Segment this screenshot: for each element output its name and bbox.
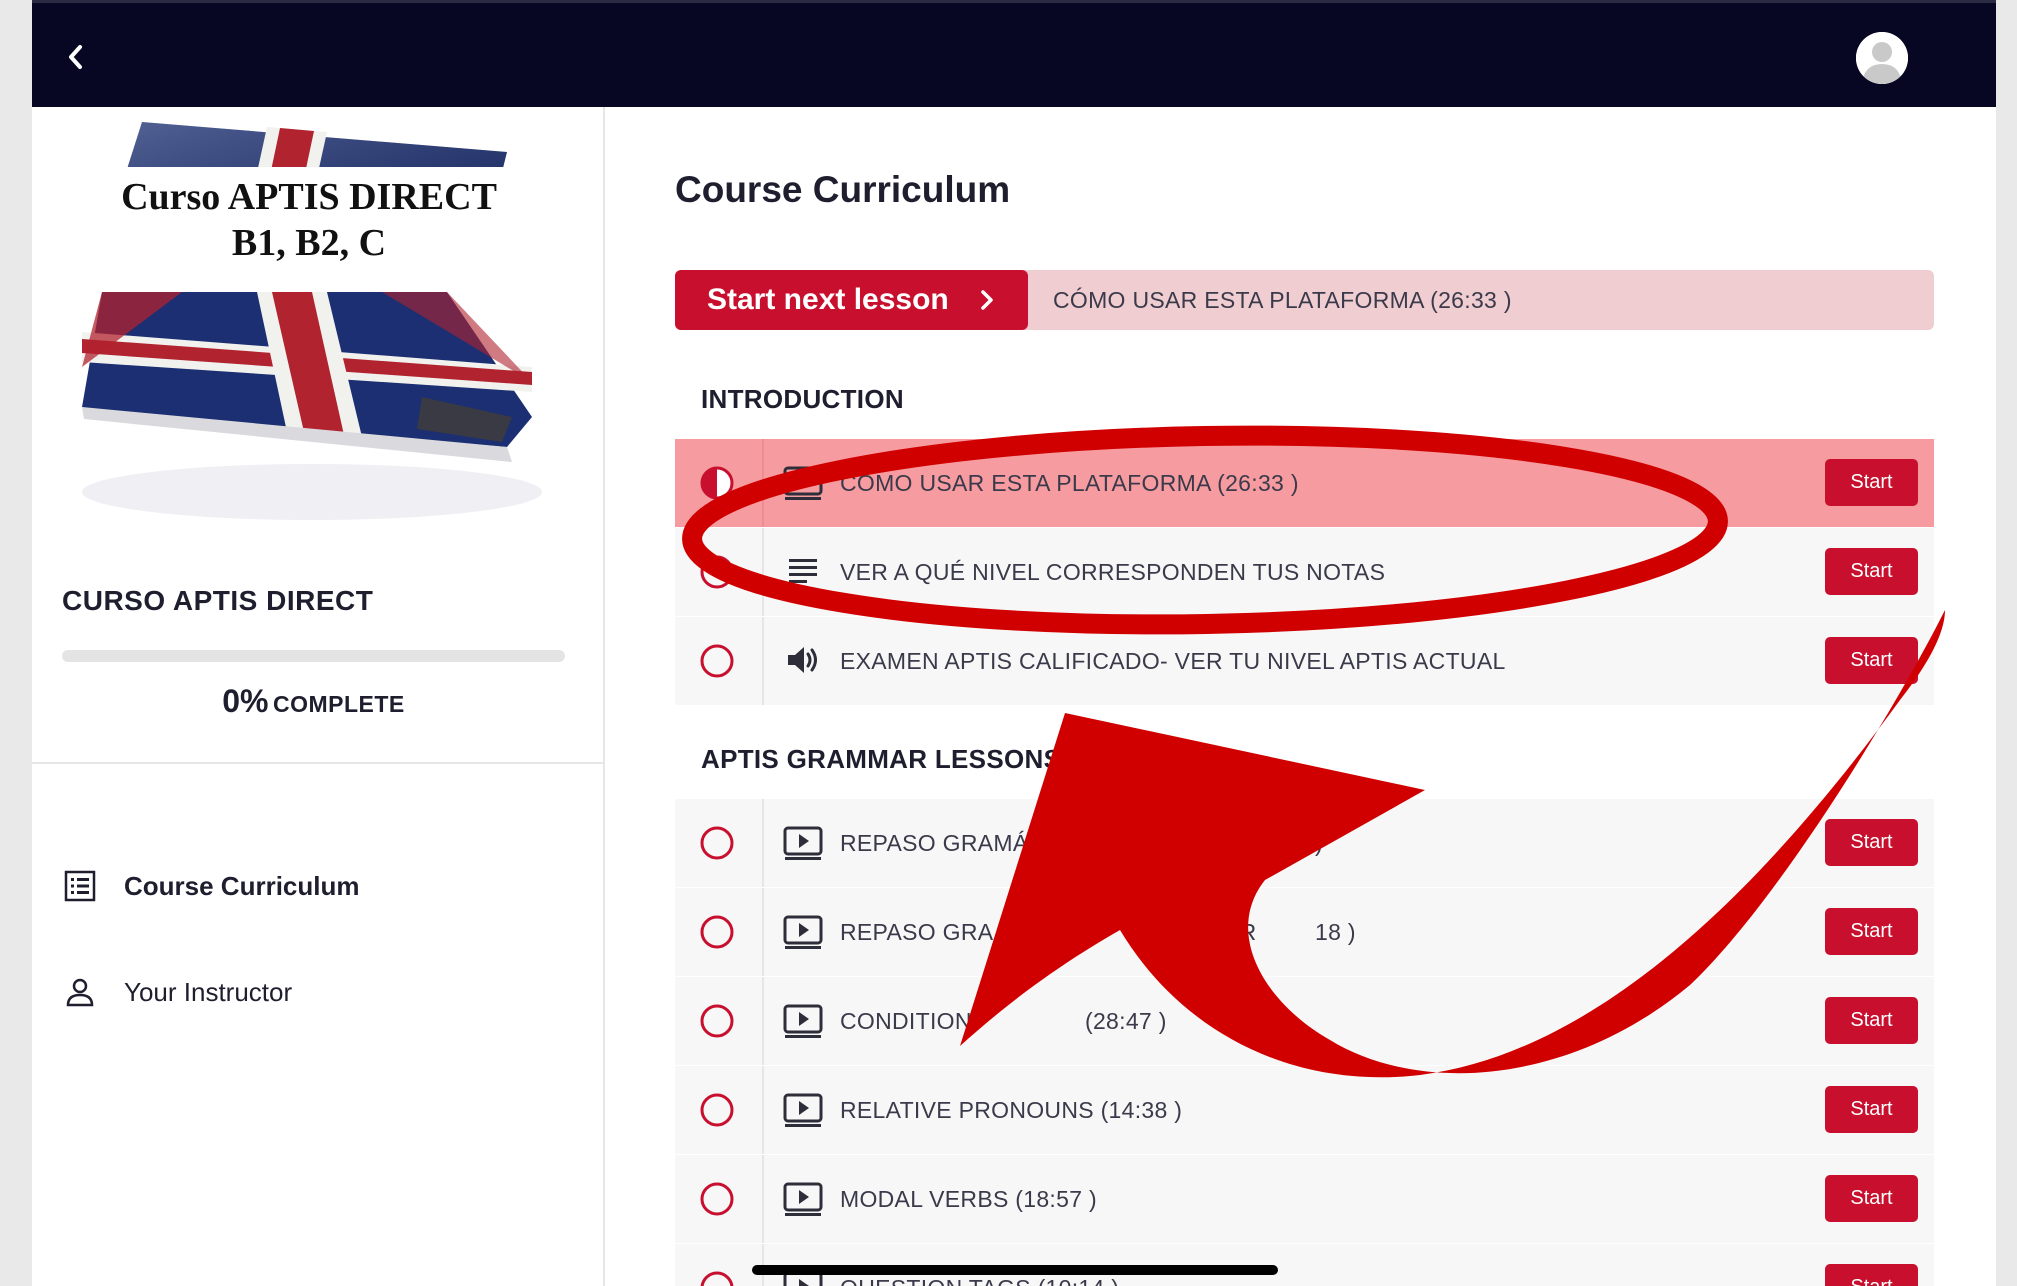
start-button[interactable]: Start: [1825, 1264, 1918, 1286]
video-icon: [783, 1182, 823, 1216]
course-image-caption-line2: B1, B2, C: [232, 222, 386, 264]
page-title: Course Curriculum: [675, 169, 1011, 210]
lecture-separator: [762, 888, 764, 976]
lecture-title: EXAMEN APTIS CALIFICADO- VER TU NIVEL AP…: [840, 648, 1506, 674]
start-button[interactable]: Start: [1825, 908, 1918, 955]
lecture-title: CONDITION: [840, 1008, 972, 1034]
course-progress-label: 0% COMPLETE: [62, 683, 565, 720]
start-button[interactable]: Start: [1825, 637, 1918, 684]
start-button[interactable]: Start: [1825, 997, 1918, 1044]
lecture-item[interactable]: MODAL VERBS (18:57 ) Start: [675, 1155, 1934, 1243]
back-button[interactable]: [52, 33, 100, 81]
speaker-icon: [788, 647, 817, 673]
course-sidebar: Curso APTIS DIRECT B1, B2, C CURSO APTIS…: [32, 107, 605, 1286]
lecture-title: RELATIVE PRONOUNS (14:38 ): [840, 1097, 1183, 1123]
sidebar-item-label: Course Curriculum: [124, 870, 360, 901]
lecture-separator: [762, 1155, 764, 1243]
next-lesson-bar: Start next lesson CÓMO USAR ESTA PLATAFO…: [675, 270, 1934, 330]
video-icon: [783, 826, 823, 860]
sidebar-item-your-instructor[interactable]: Your Instructor: [58, 962, 292, 1022]
video-icon: [783, 915, 823, 949]
app-frame: Curso APTIS DIRECT B1, B2, C CURSO APTIS…: [32, 0, 1996, 1286]
lecture-title-tail: (28:47 ): [1085, 1008, 1167, 1034]
lecture-item[interactable]: CONDITION (28:47 ) Start: [675, 977, 1934, 1065]
empty-circle-icon: [700, 1271, 734, 1286]
list-icon: [58, 864, 102, 908]
empty-circle-icon: [700, 1182, 734, 1216]
lecture-title-tail: PAR: [1210, 919, 1257, 945]
start-next-lesson-button[interactable]: Start next lesson: [675, 270, 1028, 330]
video-icon: [783, 1093, 823, 1127]
course-name: CURSO APTIS DIRECT: [62, 585, 374, 616]
progress-word: COMPLETE: [272, 691, 405, 717]
lecture-item[interactable]: REPASO GRAMÁ ) Start: [675, 799, 1934, 887]
start-button[interactable]: Start: [1825, 1086, 1918, 1133]
section-title: INTRODUCTION: [701, 384, 904, 414]
video-icon: [783, 466, 823, 500]
lecture-separator: [762, 977, 764, 1065]
user-avatar-icon[interactable]: [1856, 32, 1908, 84]
sidebar-divider: [32, 762, 605, 764]
sidebar-item-course-curriculum[interactable]: Course Curriculum: [58, 856, 360, 916]
empty-circle-icon: [700, 644, 734, 678]
lecture-item[interactable]: EXAMEN APTIS CALIFICADO- VER TU NIVEL AP…: [675, 617, 1934, 705]
lecture-separator: [762, 617, 764, 705]
lecture-title: CÓMO USAR ESTA PLATAFORMA (26:33 ): [840, 470, 1299, 496]
next-lesson-title: CÓMO USAR ESTA PLATAFORMA (26:33 ): [1053, 287, 1512, 313]
empty-circle-icon: [700, 1004, 734, 1038]
person-icon: [58, 970, 102, 1014]
start-button[interactable]: Start: [1825, 1175, 1918, 1222]
home-indicator: [752, 1265, 1278, 1275]
lecture-title: QUESTION TAGS (10:14 ): [840, 1275, 1119, 1286]
lecture-item[interactable]: CÓMO USAR ESTA PLATAFORMA (26:33 ) Start: [675, 439, 1934, 527]
lecture-separator: [762, 528, 764, 616]
lecture-item[interactable]: REPASO GRA PAR 18 ) Start: [675, 888, 1934, 976]
video-icon: [783, 1004, 823, 1038]
lecture-title: REPASO GRAMÁ: [840, 830, 1029, 856]
lecture-title-tail: 18 ): [1315, 919, 1356, 945]
empty-circle-icon: [700, 1093, 734, 1127]
lecture-item[interactable]: VER A QUÉ NIVEL CORRESPONDEN TUS NOTAS S…: [675, 528, 1934, 616]
course-image: Curso APTIS DIRECT B1, B2, C: [62, 117, 572, 537]
section-title: APTIS GRAMMAR LESSONS: [701, 744, 1062, 774]
course-curriculum-main: Course Curriculum Start next lesson CÓMO…: [607, 107, 1996, 1286]
text-lines-icon: [789, 559, 817, 583]
start-button[interactable]: Start: [1825, 548, 1918, 595]
lecture-title: VER A QUÉ NIVEL CORRESPONDEN TUS NOTAS: [840, 559, 1386, 585]
chevron-right-icon: [981, 290, 993, 310]
course-image-caption-line1: Curso APTIS DIRECT: [121, 176, 497, 218]
progress-percent: 0%: [222, 683, 269, 719]
empty-circle-icon: [700, 555, 734, 589]
lecture-separator: [762, 439, 764, 527]
start-next-lesson-label: Start next lesson: [707, 283, 949, 316]
half-circle-progress-icon: [700, 466, 734, 500]
lecture-title-tail: ): [1315, 830, 1323, 856]
empty-circle-icon: [700, 915, 734, 949]
lecture-item[interactable]: RELATIVE PRONOUNS (14:38 ) Start: [675, 1066, 1934, 1154]
start-button[interactable]: Start: [1825, 459, 1918, 506]
lecture-title: MODAL VERBS (18:57 ): [840, 1186, 1097, 1212]
top-navbar: [32, 0, 1996, 107]
chevron-left-icon: [69, 45, 82, 69]
empty-circle-icon: [700, 826, 734, 860]
lecture-title: REPASO GRA: [840, 919, 994, 945]
start-button[interactable]: Start: [1825, 819, 1918, 866]
lecture-separator: [762, 1066, 764, 1154]
course-progress-bar: [62, 650, 565, 662]
sidebar-item-label: Your Instructor: [124, 976, 293, 1007]
lecture-separator: [762, 799, 764, 887]
